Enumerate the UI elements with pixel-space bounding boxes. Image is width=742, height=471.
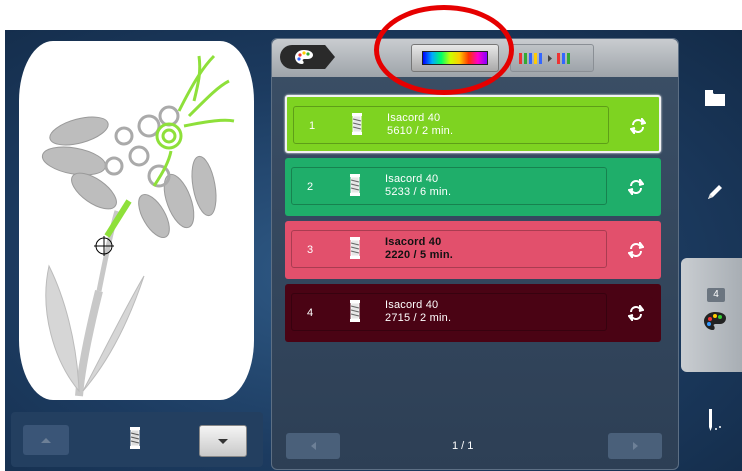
page-indicator: 1 / 1 [452, 440, 474, 452]
swap-icon [630, 118, 646, 134]
swap-icon [628, 179, 644, 195]
thread-details: 2220 / 5 min. [385, 249, 454, 261]
thread-details: 5610 / 2 min. [387, 125, 454, 137]
change-color-button[interactable] [619, 297, 653, 329]
thread-number: 3 [307, 244, 314, 256]
flower-design-image [41, 54, 235, 397]
swap-icon [628, 242, 644, 258]
color-count-badge: 4 [707, 288, 725, 302]
palette-tab[interactable] [280, 45, 335, 69]
file-menu-button[interactable] [687, 78, 742, 118]
screen: 1 Isacord 40 5610 / 2 min. 2 Isacord 40 … [5, 30, 742, 471]
pagination-bar: 1 / 1 [272, 427, 678, 467]
color-navigation-bar [11, 412, 263, 467]
change-color-button[interactable] [619, 234, 653, 266]
previous-color-button[interactable] [23, 425, 69, 455]
spool-icon [349, 174, 361, 201]
thread-brand: Isacord 40 [385, 236, 442, 248]
spool-icon [349, 300, 361, 327]
arrow-up-icon [41, 437, 51, 443]
stitch-menu-button[interactable] [687, 400, 742, 440]
arrow-right-icon [632, 442, 638, 450]
palette-icon [703, 312, 726, 330]
design-preview[interactable] [19, 41, 254, 400]
spool-icon [129, 427, 141, 454]
color-list-panel: 1 Isacord 40 5610 / 2 min. 2 Isacord 40 … [271, 38, 679, 470]
arrow-down-icon [218, 438, 228, 444]
thread-brand: Isacord 40 [387, 112, 441, 124]
folder-icon [704, 90, 725, 106]
spool-icon [351, 113, 363, 140]
rainbow-icon [422, 51, 488, 65]
color-palette-button[interactable] [687, 306, 742, 336]
thread-number: 4 [307, 307, 314, 319]
thread-details: 2715 / 2 min. [385, 312, 452, 324]
thread-brand: Isacord 40 [385, 299, 439, 311]
thread-row-3[interactable]: 3 Isacord 40 2220 / 5 min. [285, 221, 661, 279]
right-sidebar: 4 [681, 40, 742, 468]
previous-page-button[interactable] [286, 433, 340, 459]
swap-icon [628, 305, 644, 321]
sort-colors-icon [519, 53, 570, 64]
thread-details: 5233 / 6 min. [385, 186, 452, 198]
pencil-icon [707, 185, 722, 199]
next-color-button[interactable] [199, 425, 247, 457]
next-page-button[interactable] [608, 433, 662, 459]
thread-row-4[interactable]: 4 Isacord 40 2715 / 2 min. [285, 284, 661, 342]
palette-icon [294, 50, 313, 64]
spool-icon [349, 237, 361, 264]
sort-colors-button[interactable] [510, 44, 594, 72]
change-color-button[interactable] [621, 110, 655, 142]
arrow-left-icon [310, 442, 316, 450]
thread-number: 1 [309, 120, 316, 132]
thread-number: 2 [307, 181, 314, 193]
panel-toolbar [272, 39, 678, 77]
thread-row-1[interactable]: 1 Isacord 40 5610 / 2 min. [285, 95, 661, 153]
color-wheel-button[interactable] [411, 44, 499, 72]
edit-menu-button[interactable] [687, 172, 742, 212]
thread-brand: Isacord 40 [385, 173, 439, 185]
thread-row-2[interactable]: 2 Isacord 40 5233 / 6 min. [285, 158, 661, 216]
change-color-button[interactable] [619, 171, 653, 203]
needle-icon [708, 409, 721, 431]
